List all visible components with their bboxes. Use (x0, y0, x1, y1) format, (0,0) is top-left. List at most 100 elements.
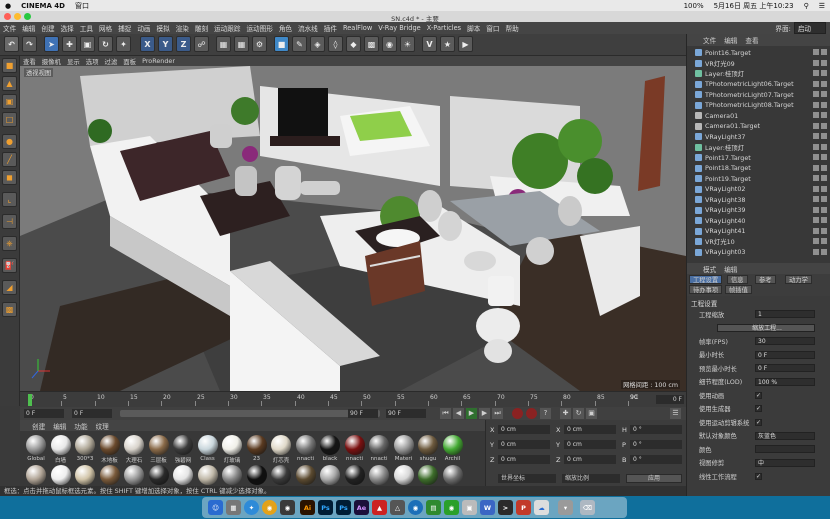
visibility-toggle[interactable] (813, 143, 819, 150)
menu-character[interactable]: 角色 (276, 23, 295, 33)
material-swatch[interactable] (26, 435, 46, 455)
object-row[interactable]: VRayLight41 (687, 227, 830, 236)
object-row[interactable]: TPhotometricLight07.Target (687, 90, 830, 99)
material-swatch[interactable] (173, 435, 193, 455)
menu-snap[interactable]: 捕捉 (115, 23, 134, 33)
live-select-icon[interactable]: ➤ (44, 36, 59, 52)
deformer-icon[interactable]: ◆ (346, 36, 361, 52)
layout-select[interactable]: 启动 (793, 22, 826, 34)
illustrator-icon[interactable]: Ai (300, 500, 315, 515)
preview-icon[interactable]: ▣ (462, 500, 477, 515)
attribute-value[interactable]: 灰蓝色 (755, 431, 815, 440)
render-toggle[interactable] (821, 112, 827, 118)
material-swatch[interactable] (75, 465, 95, 485)
material-edit-menu[interactable]: 编辑 (49, 421, 70, 431)
material-function-menu[interactable]: 功能 (70, 421, 91, 431)
coordinate-field[interactable]: 0 cm (498, 455, 550, 464)
render-toggle[interactable] (821, 80, 827, 87)
cinema4d-icon[interactable]: ◉ (280, 500, 295, 515)
object-row[interactable]: Camera01.Target (687, 122, 830, 131)
menu-tools[interactable]: 工具 (77, 23, 96, 33)
visibility-toggle[interactable] (813, 185, 819, 192)
attribute-checkbox[interactable]: ✓ (755, 472, 762, 480)
menu-file[interactable]: 文件 (0, 23, 19, 33)
object-row[interactable]: Layer:桂顶灯 (687, 69, 830, 78)
coordinate-field[interactable]: 0 ° (630, 440, 682, 449)
object-row[interactable]: Camera01 (687, 111, 830, 120)
visibility-toggle[interactable] (813, 49, 819, 55)
material-swatch[interactable] (124, 465, 144, 485)
material-swatch[interactable] (344, 465, 365, 485)
menu-x-particles[interactable]: X-Particles (424, 24, 464, 32)
coordinate-world-select[interactable]: 世界坐标 (498, 474, 556, 483)
visibility-toggle[interactable] (813, 248, 819, 255)
material-swatch[interactable] (369, 465, 389, 485)
vray-light-icon[interactable]: ★ (440, 36, 455, 52)
object-row[interactable]: TPhotometricLight08.Target (687, 101, 830, 110)
timeline-ruler[interactable]: 051015202530354045505560657075808590 (28, 394, 654, 406)
trash-icon[interactable]: ⌫ (580, 500, 595, 515)
prev-key-icon[interactable]: ◀ (453, 408, 464, 419)
object-row[interactable]: TPhotometricLight06.Target (687, 80, 830, 89)
menu-animate[interactable]: 动画 (134, 23, 153, 33)
go-to-end-icon[interactable]: ⏭ (492, 408, 503, 419)
timeline[interactable]: 051015202530354045505560657075808590 9C … (20, 391, 686, 407)
material-swatch[interactable] (320, 435, 340, 455)
downloads-icon[interactable]: ▾ (558, 500, 573, 515)
material-swatch[interactable] (246, 465, 267, 485)
keynote-icon[interactable]: △ (390, 500, 405, 515)
viewport-camera-menu[interactable]: 摄像机 (39, 57, 64, 66)
keyframe-selection-icon[interactable]: ? (540, 408, 551, 419)
object-row[interactable]: Point18.Target (687, 164, 830, 173)
attribute-value[interactable]: 0 F (755, 364, 815, 372)
attribute-value[interactable]: 100 % (755, 377, 815, 386)
material-swatch[interactable] (271, 435, 291, 455)
menu-motion-tracking[interactable]: 运动跟踪 (211, 23, 243, 33)
render-view-icon[interactable]: ▦ (216, 36, 231, 52)
object-row[interactable]: VRayLight37 (687, 132, 830, 141)
material-swatch[interactable] (393, 435, 414, 455)
material-swatch[interactable] (75, 435, 95, 455)
record-icon[interactable] (512, 408, 523, 419)
lock-workplane-icon[interactable]: ◢ (2, 280, 17, 295)
object-row[interactable]: Point16.Target (687, 48, 830, 57)
coordinate-field[interactable]: 0 ° (630, 425, 682, 434)
mac-app-name[interactable]: CINEMA 4D (16, 2, 70, 10)
light-icon[interactable]: ☀ (400, 36, 415, 52)
material-swatch[interactable] (393, 465, 414, 485)
visibility-toggle[interactable] (813, 122, 819, 129)
objects-file-menu[interactable]: 文件 (699, 35, 720, 45)
material-swatch[interactable] (124, 435, 144, 455)
material-swatch[interactable] (418, 435, 438, 455)
render-toggle[interactable] (821, 238, 827, 244)
visibility-toggle[interactable] (813, 196, 819, 202)
wechat-icon[interactable]: ◉ (444, 500, 459, 515)
visibility-toggle[interactable] (813, 175, 819, 181)
menu-mesh[interactable]: 网格 (96, 23, 115, 33)
object-row[interactable]: Layer:桂顶灯 (687, 143, 830, 152)
visibility-toggle[interactable] (813, 206, 819, 213)
material-swatch[interactable] (246, 435, 267, 455)
attribute-checkbox[interactable]: ✓ (755, 391, 762, 399)
tab-project-settings[interactable]: 工程设置 (689, 275, 723, 284)
battery-indicator[interactable]: 100% (679, 2, 709, 10)
workplane-icon[interactable]: □ (2, 112, 17, 127)
visibility-toggle[interactable] (813, 101, 819, 108)
planar-workplane-icon[interactable]: ▩ (2, 302, 17, 317)
material-swatch[interactable] (418, 465, 438, 485)
material-swatch[interactable] (148, 435, 169, 455)
tab-reference[interactable]: 参考 (755, 275, 776, 284)
menu-help[interactable]: 帮助 (502, 23, 521, 33)
safari-icon[interactable]: ✦ (244, 500, 259, 515)
redo-icon[interactable]: ↷ (22, 36, 37, 52)
menu-render[interactable]: 渲染 (173, 23, 192, 33)
enable-axis-icon[interactable]: ⊣ (2, 214, 17, 229)
recent-tools-icon[interactable]: ✦ (116, 36, 131, 52)
visibility-toggle[interactable] (813, 133, 819, 139)
move-icon[interactable]: ✚ (62, 36, 77, 52)
start-frame-field[interactable]: 0 F (24, 409, 64, 418)
scene-floor-icon[interactable]: ▩ (364, 36, 379, 52)
timeline-playhead[interactable] (28, 394, 32, 406)
coordinate-field[interactable]: 0 ° (630, 455, 682, 464)
attribute-value[interactable]: 中 (755, 458, 815, 467)
